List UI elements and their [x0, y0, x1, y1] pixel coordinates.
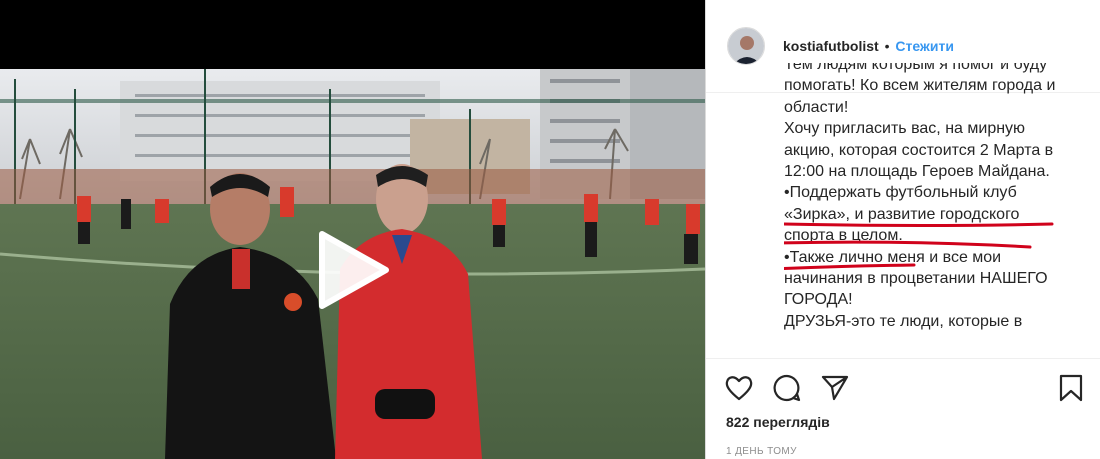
- caption-line: Тем людям которым я помог и буду: [784, 63, 1048, 73]
- bookmark-icon[interactable]: [1056, 373, 1086, 403]
- author-username[interactable]: kostiafutbolist: [783, 38, 879, 54]
- caption-line: области!: [784, 98, 849, 116]
- post-caption: Тем людям которым я помог и буду помогат…: [784, 63, 1074, 355]
- post-actions: 822 переглядів 1 ДЕНЬ ТОМУ: [706, 358, 1100, 458]
- caption-line: ГОРОДА!: [784, 291, 853, 309]
- heart-icon[interactable]: [724, 373, 754, 403]
- views-count[interactable]: 822 переглядів: [726, 414, 830, 430]
- separator-dot: •: [884, 38, 890, 54]
- post-side-panel: kostiafutbolist • Стежити Тем людям кото…: [705, 0, 1100, 459]
- caption-line: •Также лично меня и все мои: [784, 248, 1002, 266]
- caption-line: «Зирка», и развитие городского: [784, 205, 1020, 223]
- caption-line: начинания в процветании НАШЕГО: [784, 270, 1048, 288]
- play-icon[interactable]: [318, 230, 390, 310]
- caption-line: спорта в целом.: [784, 227, 903, 245]
- views-count-text: 822 переглядів: [726, 414, 830, 430]
- caption-line: 12:00 на площадь Героев Майдана.: [784, 163, 1050, 181]
- author-row: kostiafutbolist • Стежити: [783, 38, 954, 54]
- follow-button[interactable]: Стежити: [895, 38, 954, 54]
- caption-line: •Поддержать футбольный клуб: [784, 184, 1017, 202]
- caption-line: акцию, которая состоится 2 Марта в: [784, 141, 1054, 159]
- caption-line: помогать! Ко всем жителям города и: [784, 77, 1056, 95]
- caption-line: Хочу пригласить вас, на мирную: [784, 120, 1026, 138]
- post-timestamp[interactable]: 1 ДЕНЬ ТОМУ: [726, 446, 797, 457]
- video-player[interactable]: [0, 0, 705, 459]
- avatar[interactable]: [727, 27, 765, 65]
- share-icon[interactable]: [820, 373, 850, 403]
- caption-line: ДРУЗЬЯ-это те люди, которые в: [784, 312, 1023, 330]
- comment-icon[interactable]: [772, 373, 802, 403]
